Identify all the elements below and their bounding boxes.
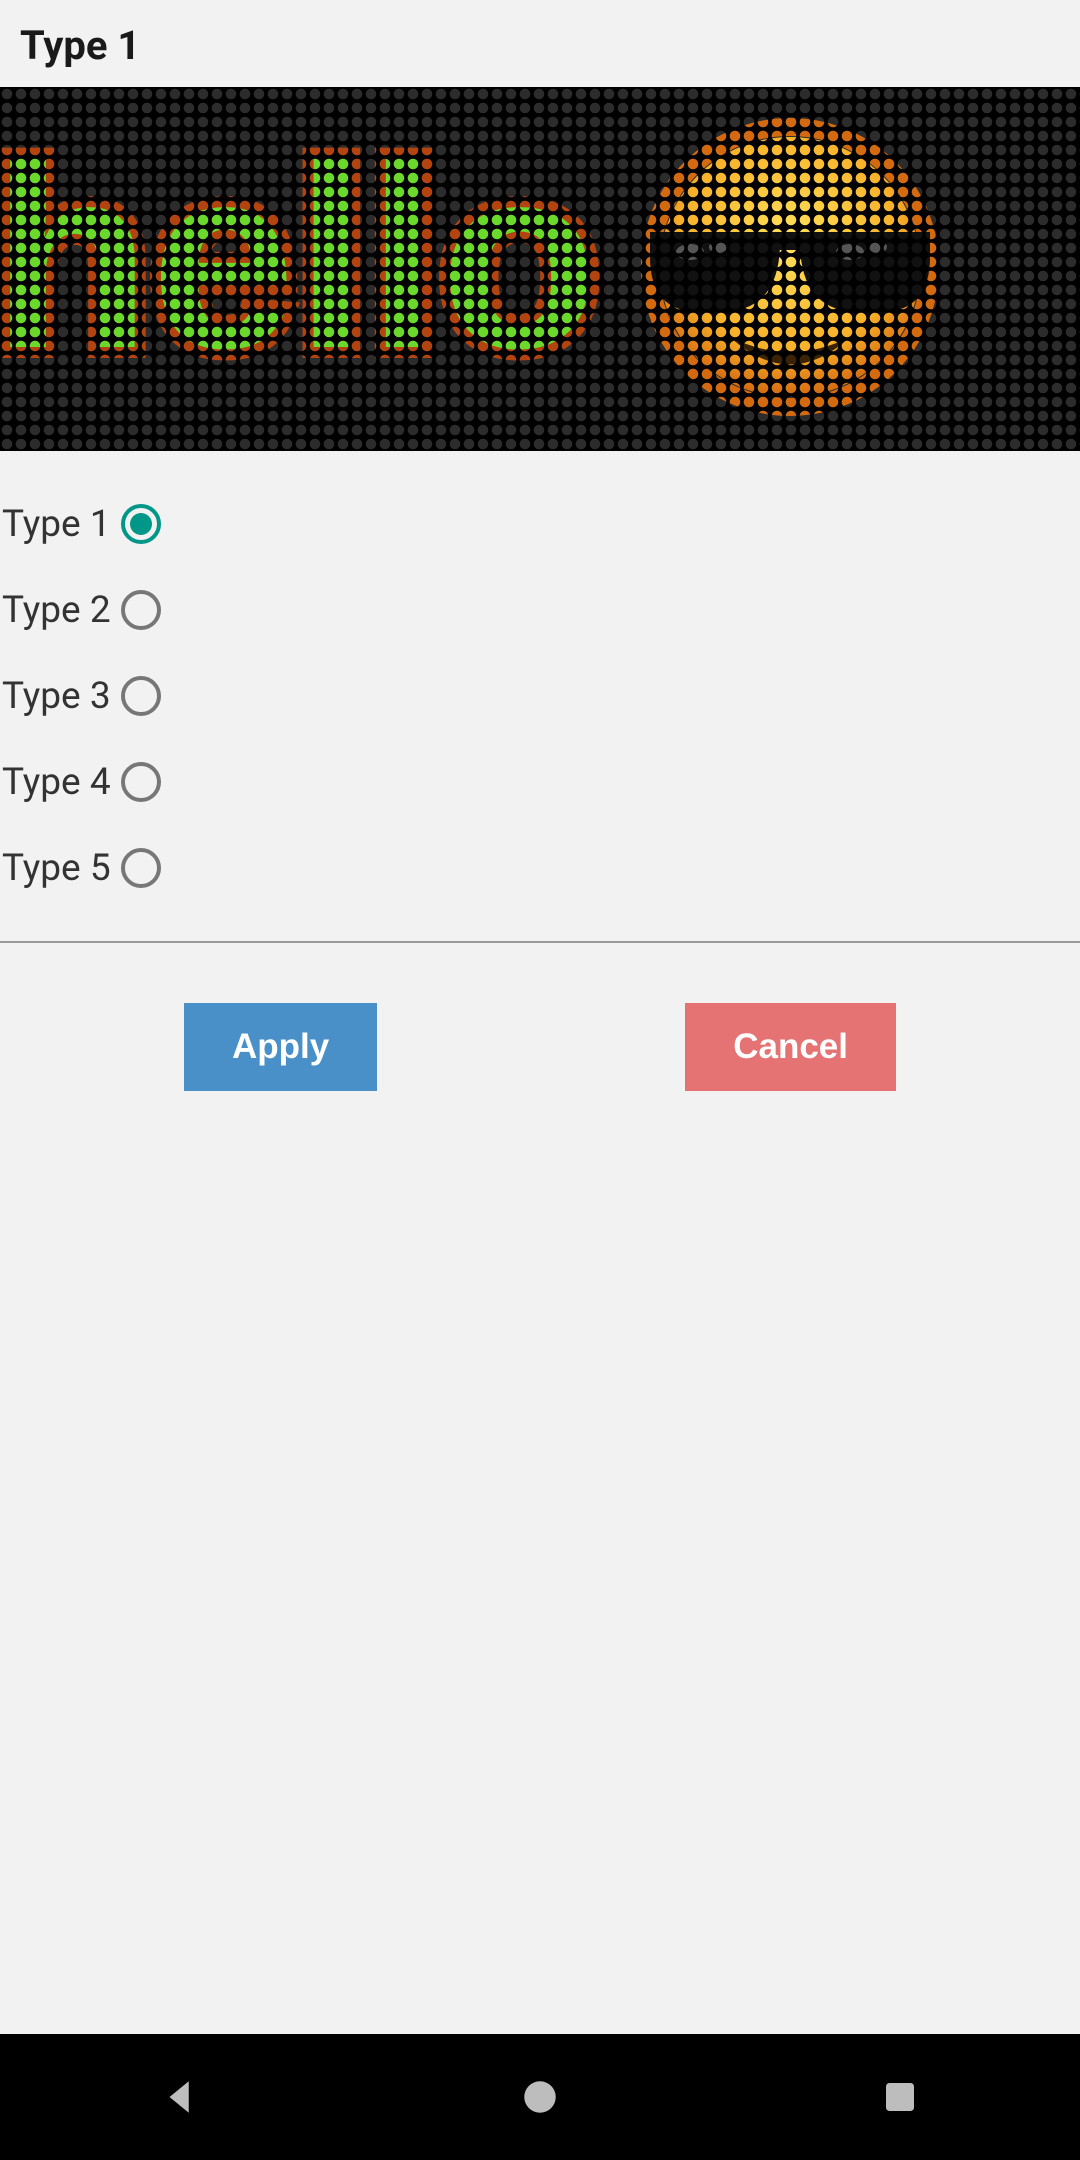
led-preview: hello hello [0,87,1080,451]
type-option-label: Type 4 [2,761,111,804]
type-option-4[interactable]: Type 4 [0,739,1080,825]
radio-icon [121,848,161,888]
type-option-label: Type 3 [2,675,111,718]
home-icon[interactable] [519,2076,561,2118]
type-option-list: Type 1 Type 2 Type 3 Type 4 Type 5 [0,451,1080,941]
type-option-label: Type 5 [2,847,111,890]
type-option-label: Type 1 [2,503,111,546]
apply-button[interactable]: Apply [184,1003,377,1091]
radio-icon [121,504,161,544]
radio-icon [121,590,161,630]
spacer [0,1091,1080,2034]
cool-face-emoji [650,127,930,407]
back-icon[interactable] [159,2076,201,2118]
type-option-2[interactable]: Type 2 [0,567,1080,653]
radio-icon [121,676,161,716]
system-nav-bar [0,2034,1080,2160]
led-canvas: hello hello [0,87,1080,451]
type-option-5[interactable]: Type 5 [0,825,1080,911]
type-option-3[interactable]: Type 3 [0,653,1080,739]
type-option-label: Type 2 [2,589,111,632]
cancel-button[interactable]: Cancel [685,1003,896,1091]
header: Type 1 [0,0,1080,87]
page-title: Type 1 [20,22,1060,69]
radio-icon [121,762,161,802]
type-option-1[interactable]: Type 1 [0,481,1080,567]
preview-text: hello [0,113,599,403]
recent-apps-icon[interactable] [879,2076,921,2118]
button-row: Apply Cancel [0,943,1080,1091]
